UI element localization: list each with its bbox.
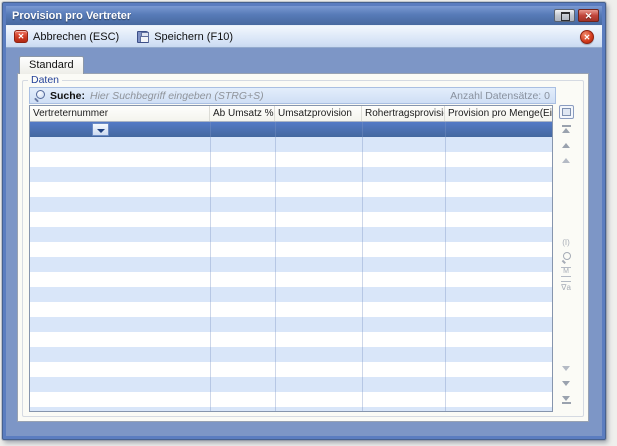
go-next-icon[interactable] (560, 363, 573, 374)
page-up-icon[interactable] (560, 140, 573, 151)
tab-row: Standard (17, 56, 589, 73)
column-separator (362, 122, 363, 411)
search-icon (34, 90, 45, 101)
cancel-button-label: Abbrechen (ESC) (33, 31, 119, 43)
client-area: Standard Daten Suche: Anzahl Datensätze:… (6, 48, 602, 436)
column-separator (445, 122, 446, 411)
navigator-middle-group: (I) M ∇a (561, 237, 572, 292)
grid-search-icon[interactable] (561, 252, 572, 263)
record-count-value: 0 (544, 90, 550, 102)
record-info-icon[interactable]: (I) (562, 237, 570, 248)
grid-rows (30, 122, 552, 411)
column-header-provision-pro-menge[interactable]: Provision pro Menge(Einheit) (445, 106, 552, 121)
groupbox-legend: Daten (28, 74, 62, 86)
data-grid: Vertreternummer Ab Umsatz % Umsatzprovis… (29, 105, 553, 412)
save-button-label: Speichern (F10) (154, 31, 233, 43)
column-header-umsatzprovision[interactable]: Umsatzprovision (275, 106, 362, 121)
search-bar: Suche: Anzahl Datensätze: 0 (29, 87, 556, 104)
column-header-rohertragsprovision[interactable]: Rohertragsprovision (362, 106, 445, 121)
tab-page: Daten Suche: Anzahl Datensätze: 0 Ve (17, 73, 589, 422)
search-label: Suche: (50, 90, 85, 102)
floppy-disk-icon (137, 31, 149, 43)
column-chooser-icon[interactable] (559, 105, 574, 119)
dialog-window: Provision pro Vertreter Abbrechen (ESC) … (2, 2, 606, 440)
grid-header: Vertreternummer Ab Umsatz % Umsatzprovis… (30, 106, 552, 122)
go-last-icon[interactable] (560, 393, 573, 404)
record-count-label: Anzahl Datensätze: (450, 90, 541, 102)
selected-row[interactable] (30, 122, 552, 137)
cancel-red-x-icon (14, 30, 28, 43)
toolbar: Abbrechen (ESC) Speichern (F10) (6, 25, 602, 48)
save-button[interactable]: Speichern (F10) (134, 29, 236, 45)
go-previous-icon[interactable] (560, 155, 573, 166)
chevron-down-icon[interactable] (92, 123, 109, 136)
filter-icon[interactable]: ∇a (561, 281, 571, 292)
grid-wrap: Vertreternummer Ab Umsatz % Umsatzprovis… (29, 105, 579, 412)
column-separator (210, 122, 211, 411)
cancel-button[interactable]: Abbrechen (ESC) (11, 28, 122, 45)
tab-standard[interactable]: Standard (19, 56, 84, 74)
record-count: Anzahl Datensätze: 0 (450, 90, 550, 102)
column-header-ab-umsatz[interactable]: Ab Umsatz % (210, 106, 275, 121)
grid-navigator: (I) M ∇a (553, 105, 579, 412)
bookmark-icon[interactable]: M (561, 267, 571, 277)
search-input[interactable] (90, 90, 445, 102)
page-down-icon[interactable] (560, 378, 573, 389)
column-header-vertreternummer[interactable]: Vertreternummer (30, 106, 210, 121)
titlebar[interactable]: Provision pro Vertreter (6, 6, 602, 25)
close-circle-icon[interactable] (580, 30, 594, 44)
maximize-icon[interactable] (554, 9, 575, 22)
go-first-icon[interactable] (560, 125, 573, 136)
grid-body (30, 137, 552, 411)
close-icon[interactable] (578, 9, 599, 22)
daten-groupbox: Daten Suche: Anzahl Datensätze: 0 Ve (22, 80, 584, 417)
window-title: Provision pro Vertreter (12, 10, 551, 22)
column-separator (275, 122, 276, 411)
